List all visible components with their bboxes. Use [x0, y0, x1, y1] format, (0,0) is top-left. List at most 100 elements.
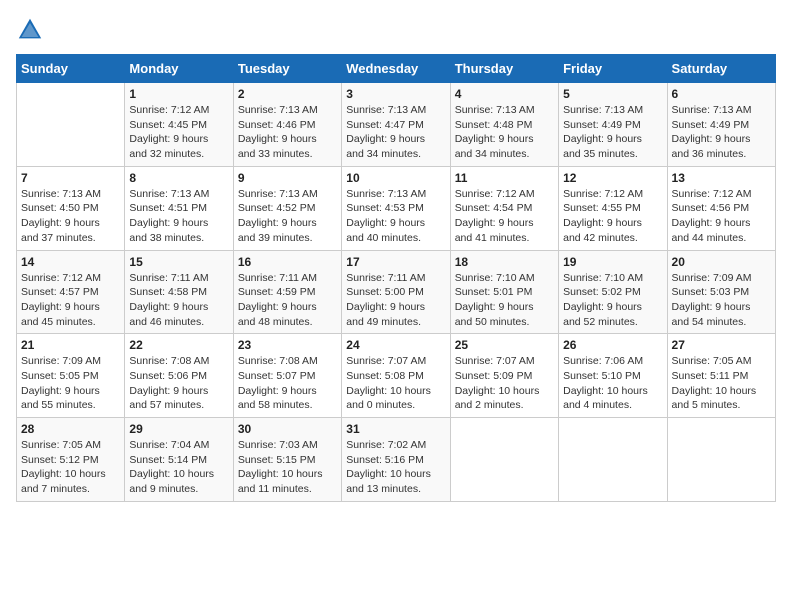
- day-info: Sunrise: 7:04 AMSunset: 5:14 PMDaylight:…: [129, 438, 228, 497]
- table-row: [559, 418, 667, 502]
- table-row: [450, 418, 558, 502]
- table-row: 22 Sunrise: 7:08 AMSunset: 5:06 PMDayligh…: [125, 334, 233, 418]
- calendar-day-header: Saturday: [667, 55, 775, 83]
- table-row: 8 Sunrise: 7:13 AMSunset: 4:51 PMDaylight…: [125, 166, 233, 250]
- table-row: 6 Sunrise: 7:13 AMSunset: 4:49 PMDaylight…: [667, 83, 775, 167]
- calendar-week-row: 14 Sunrise: 7:12 AMSunset: 4:57 PMDayligh…: [17, 250, 776, 334]
- table-row: 16 Sunrise: 7:11 AMSunset: 4:59 PMDayligh…: [233, 250, 341, 334]
- day-number: 28: [21, 422, 120, 436]
- table-row: 31 Sunrise: 7:02 AMSunset: 5:16 PMDayligh…: [342, 418, 450, 502]
- day-info: Sunrise: 7:07 AMSunset: 5:09 PMDaylight:…: [455, 354, 554, 413]
- day-number: 2: [238, 87, 337, 101]
- day-number: 17: [346, 255, 445, 269]
- day-info: Sunrise: 7:12 AMSunset: 4:54 PMDaylight:…: [455, 187, 554, 246]
- table-row: 15 Sunrise: 7:11 AMSunset: 4:58 PMDayligh…: [125, 250, 233, 334]
- table-row: 29 Sunrise: 7:04 AMSunset: 5:14 PMDayligh…: [125, 418, 233, 502]
- day-number: 10: [346, 171, 445, 185]
- day-number: 3: [346, 87, 445, 101]
- day-number: 11: [455, 171, 554, 185]
- table-row: 19 Sunrise: 7:10 AMSunset: 5:02 PMDayligh…: [559, 250, 667, 334]
- day-info: Sunrise: 7:10 AMSunset: 5:01 PMDaylight:…: [455, 271, 554, 330]
- table-row: 27 Sunrise: 7:05 AMSunset: 5:11 PMDayligh…: [667, 334, 775, 418]
- day-info: Sunrise: 7:05 AMSunset: 5:12 PMDaylight:…: [21, 438, 120, 497]
- day-number: 24: [346, 338, 445, 352]
- calendar-day-header: Wednesday: [342, 55, 450, 83]
- day-number: 4: [455, 87, 554, 101]
- table-row: 28 Sunrise: 7:05 AMSunset: 5:12 PMDayligh…: [17, 418, 125, 502]
- table-row: 23 Sunrise: 7:08 AMSunset: 5:07 PMDayligh…: [233, 334, 341, 418]
- day-info: Sunrise: 7:08 AMSunset: 5:06 PMDaylight:…: [129, 354, 228, 413]
- day-info: Sunrise: 7:11 AMSunset: 5:00 PMDaylight:…: [346, 271, 445, 330]
- day-info: Sunrise: 7:07 AMSunset: 5:08 PMDaylight:…: [346, 354, 445, 413]
- day-info: Sunrise: 7:13 AMSunset: 4:49 PMDaylight:…: [672, 103, 771, 162]
- table-row: 18Sunrise: 7:10 AMSunset: 5:01 PMDayligh…: [450, 250, 558, 334]
- day-number: 1: [129, 87, 228, 101]
- day-info: Sunrise: 7:13 AMSunset: 4:51 PMDaylight:…: [129, 187, 228, 246]
- day-number: 20: [672, 255, 771, 269]
- day-number: 23: [238, 338, 337, 352]
- day-number: 15: [129, 255, 228, 269]
- day-number: 22: [129, 338, 228, 352]
- day-info: Sunrise: 7:12 AMSunset: 4:57 PMDaylight:…: [21, 271, 120, 330]
- day-info: Sunrise: 7:10 AMSunset: 5:02 PMDaylight:…: [563, 271, 662, 330]
- table-row: 14 Sunrise: 7:12 AMSunset: 4:57 PMDayligh…: [17, 250, 125, 334]
- table-row: 1 Sunrise: 7:12 AMSunset: 4:45 PMDaylight…: [125, 83, 233, 167]
- day-number: 30: [238, 422, 337, 436]
- table-row: 13Sunrise: 7:12 AMSunset: 4:56 PMDayligh…: [667, 166, 775, 250]
- table-row: 30Sunrise: 7:03 AMSunset: 5:15 PMDayligh…: [233, 418, 341, 502]
- day-number: 21: [21, 338, 120, 352]
- day-number: 7: [21, 171, 120, 185]
- day-number: 27: [672, 338, 771, 352]
- calendar-week-row: 28 Sunrise: 7:05 AMSunset: 5:12 PMDayligh…: [17, 418, 776, 502]
- day-number: 5: [563, 87, 662, 101]
- day-info: Sunrise: 7:05 AMSunset: 5:11 PMDaylight:…: [672, 354, 771, 413]
- day-info: Sunrise: 7:11 AMSunset: 4:59 PMDaylight:…: [238, 271, 337, 330]
- table-row: 11 Sunrise: 7:12 AMSunset: 4:54 PMDayligh…: [450, 166, 558, 250]
- table-row: 10Sunrise: 7:13 AMSunset: 4:53 PMDayligh…: [342, 166, 450, 250]
- day-info: Sunrise: 7:08 AMSunset: 5:07 PMDaylight:…: [238, 354, 337, 413]
- table-row: 4 Sunrise: 7:13 AMSunset: 4:48 PMDaylight…: [450, 83, 558, 167]
- day-info: Sunrise: 7:13 AMSunset: 4:46 PMDaylight:…: [238, 103, 337, 162]
- day-info: Sunrise: 7:13 AMSunset: 4:52 PMDaylight:…: [238, 187, 337, 246]
- calendar-day-header: Sunday: [17, 55, 125, 83]
- table-row: 21Sunrise: 7:09 AMSunset: 5:05 PMDayligh…: [17, 334, 125, 418]
- calendar-week-row: 21Sunrise: 7:09 AMSunset: 5:05 PMDayligh…: [17, 334, 776, 418]
- calendar-table: SundayMondayTuesdayWednesdayThursdayFrid…: [16, 54, 776, 502]
- day-number: 26: [563, 338, 662, 352]
- day-info: Sunrise: 7:12 AMSunset: 4:55 PMDaylight:…: [563, 187, 662, 246]
- day-info: Sunrise: 7:02 AMSunset: 5:16 PMDaylight:…: [346, 438, 445, 497]
- day-number: 8: [129, 171, 228, 185]
- logo-icon: [16, 16, 44, 44]
- day-number: 19: [563, 255, 662, 269]
- page-header: [16, 16, 776, 44]
- day-number: 6: [672, 87, 771, 101]
- table-row: 12 Sunrise: 7:12 AMSunset: 4:55 PMDayligh…: [559, 166, 667, 250]
- table-row: 7 Sunrise: 7:13 AMSunset: 4:50 PMDaylight…: [17, 166, 125, 250]
- day-number: 16: [238, 255, 337, 269]
- day-number: 29: [129, 422, 228, 436]
- logo: [16, 16, 48, 44]
- calendar-day-header: Monday: [125, 55, 233, 83]
- calendar-week-row: 7 Sunrise: 7:13 AMSunset: 4:50 PMDaylight…: [17, 166, 776, 250]
- day-info: Sunrise: 7:06 AMSunset: 5:10 PMDaylight:…: [563, 354, 662, 413]
- table-row: 17 Sunrise: 7:11 AMSunset: 5:00 PMDayligh…: [342, 250, 450, 334]
- table-row: 20 Sunrise: 7:09 AMSunset: 5:03 PMDayligh…: [667, 250, 775, 334]
- calendar-day-header: Friday: [559, 55, 667, 83]
- day-number: 14: [21, 255, 120, 269]
- day-number: 12: [563, 171, 662, 185]
- day-info: Sunrise: 7:11 AMSunset: 4:58 PMDaylight:…: [129, 271, 228, 330]
- day-info: Sunrise: 7:13 AMSunset: 4:47 PMDaylight:…: [346, 103, 445, 162]
- table-row: 2 Sunrise: 7:13 AMSunset: 4:46 PMDaylight…: [233, 83, 341, 167]
- calendar-day-header: Thursday: [450, 55, 558, 83]
- table-row: 26 Sunrise: 7:06 AMSunset: 5:10 PMDayligh…: [559, 334, 667, 418]
- table-row: 3 Sunrise: 7:13 AMSunset: 4:47 PMDaylight…: [342, 83, 450, 167]
- day-info: Sunrise: 7:12 AMSunset: 4:45 PMDaylight:…: [129, 103, 228, 162]
- day-info: Sunrise: 7:09 AMSunset: 5:03 PMDaylight:…: [672, 271, 771, 330]
- table-row: 9Sunrise: 7:13 AMSunset: 4:52 PMDaylight…: [233, 166, 341, 250]
- table-row: [17, 83, 125, 167]
- day-info: Sunrise: 7:13 AMSunset: 4:50 PMDaylight:…: [21, 187, 120, 246]
- calendar-week-row: 1 Sunrise: 7:12 AMSunset: 4:45 PMDaylight…: [17, 83, 776, 167]
- day-number: 31: [346, 422, 445, 436]
- day-number: 25: [455, 338, 554, 352]
- day-info: Sunrise: 7:13 AMSunset: 4:48 PMDaylight:…: [455, 103, 554, 162]
